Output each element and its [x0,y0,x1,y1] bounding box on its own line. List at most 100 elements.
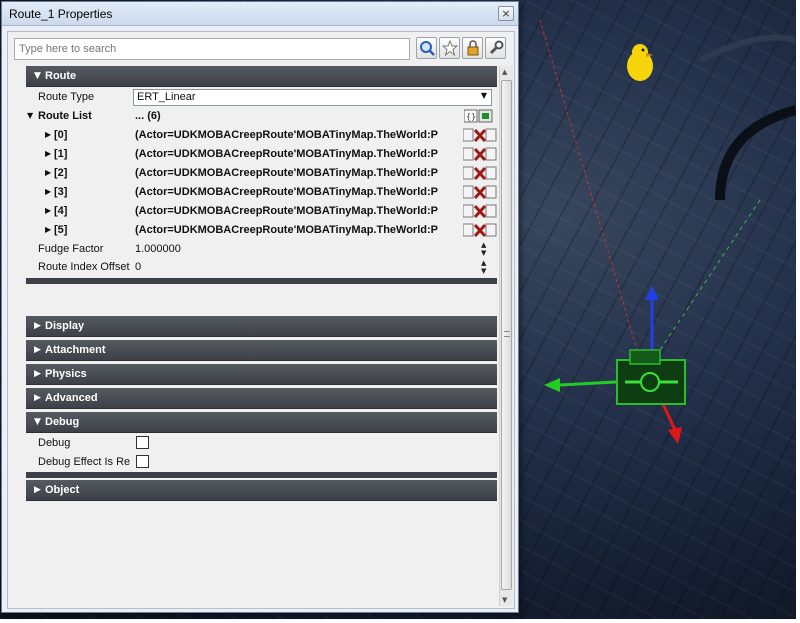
property-label: Route Index Offset [38,261,130,273]
entry-value: (Actor=UDKMOBACreepRoute'MOBATinyMap.The… [135,129,438,141]
title-bar[interactable]: Route_1 Properties × [2,2,518,26]
entry-value: (Actor=UDKMOBACreepRoute'MOBATinyMap.The… [135,205,438,217]
edit-entry-icon[interactable] [463,166,474,180]
entry-index: [1] [54,148,68,160]
scroll-down-icon[interactable]: ▼ [502,596,507,604]
category-separator [26,472,497,478]
insert-item-icon[interactable]: {} [464,109,478,123]
array-tools[interactable]: {} [464,109,494,123]
delete-entry-icon[interactable] [473,185,487,200]
route-index-offset-spinner[interactable]: ▲ ▼ [481,259,491,275]
search-input[interactable] [14,38,410,60]
spin-up-icon[interactable]: ▲ [481,241,491,249]
entry-index: [2] [54,167,68,179]
floor-ring-shadow [715,105,796,201]
favorites-button[interactable] [439,37,460,59]
property-label: Route Type [38,91,95,103]
expanded-triangle-icon[interactable]: ▼ [27,111,33,120]
copy-entry-icon[interactable] [485,166,497,180]
entry-tools[interactable] [463,166,497,181]
collapsed-triangle-icon: ▶ [34,321,41,331]
route-entry-5[interactable]: ▶ [5] (Actor=UDKMOBACreepRoute'MOBATinyM… [26,221,497,240]
floor-ring-highlight [698,34,796,63]
lock-button[interactable] [462,37,483,59]
collapsed-triangle-icon[interactable]: ▶ [45,130,51,139]
property-route-index-offset: Route Index Offset 0 ▲ ▼ [26,258,497,277]
collapsed-triangle-icon[interactable]: ▶ [45,149,51,158]
wrench-settings-icon [489,40,504,55]
collapsed-triangle-icon[interactable]: ▶ [45,225,51,234]
edit-entry-icon[interactable] [463,223,474,237]
debug-checkbox[interactable] [136,436,149,449]
property-label: Debug [38,437,71,449]
duck-actor-icon[interactable] [627,44,653,81]
category-attachment[interactable]: ▶ Attachment [26,340,497,361]
category-route[interactable]: ▼ Route [26,66,497,87]
property-label: Debug Effect Is Rela [38,456,130,468]
entry-index: [5] [54,224,68,236]
add-item-icon[interactable] [478,109,493,123]
spin-down-icon[interactable]: ▼ [481,249,491,257]
fudge-factor-input[interactable]: 1.000000 [135,243,181,255]
delete-entry-icon[interactable] [473,166,487,181]
search-button[interactable] [416,37,437,59]
entry-value: (Actor=UDKMOBACreepRoute'MOBATinyMap.The… [135,167,438,179]
copy-entry-icon[interactable] [485,128,497,142]
lock-icon [467,40,479,56]
collapsed-triangle-icon[interactable]: ▶ [45,206,51,215]
grip-icon [504,331,510,337]
vertical-scrollbar[interactable]: ▲ ▼ [499,66,513,606]
entry-tools[interactable] [463,128,497,143]
edit-entry-icon[interactable] [463,204,474,218]
spin-up-icon[interactable]: ▲ [481,259,491,267]
property-label: Fudge Factor [38,243,104,255]
category-display[interactable]: ▶ Display [26,316,497,337]
svg-text:{}: {} [466,112,476,121]
route-entry-2[interactable]: ▶ [2] (Actor=UDKMOBACreepRoute'MOBATinyM… [26,164,497,183]
entry-tools[interactable] [463,147,497,162]
settings-button[interactable] [485,37,506,59]
delete-entry-icon[interactable] [473,128,487,143]
scroll-up-icon[interactable]: ▲ [502,68,507,76]
copy-entry-icon[interactable] [485,185,497,199]
category-debug[interactable]: ▼ Debug [26,412,497,433]
collapsed-triangle-icon[interactable]: ▶ [45,168,51,177]
category-advanced[interactable]: ▶ Advanced [26,388,497,409]
entry-tools[interactable] [463,223,497,238]
route-actor-icon[interactable] [616,349,686,405]
copy-entry-icon[interactable] [485,147,497,161]
properties-client-area: ▼ Route Route Type ERT_Linear ▼ ▼ Route … [7,31,515,609]
entry-tools[interactable] [463,185,497,200]
spin-down-icon[interactable]: ▼ [481,267,491,275]
copy-entry-icon[interactable] [485,223,497,237]
route-entry-3[interactable]: ▶ [3] (Actor=UDKMOBACreepRoute'MOBATinyM… [26,183,497,202]
edit-entry-icon[interactable] [463,147,474,161]
category-object[interactable]: ▶ Object [26,480,497,501]
close-button[interactable]: × [498,6,514,21]
fudge-factor-spinner[interactable]: ▲ ▼ [481,241,491,257]
entry-tools[interactable] [463,204,497,219]
category-label: Advanced [45,392,98,404]
debug-effect-checkbox[interactable] [136,455,149,468]
route-entry-4[interactable]: ▶ [4] (Actor=UDKMOBACreepRoute'MOBATinyM… [26,202,497,221]
properties-window[interactable]: Route_1 Properties × Type here to search… [1,1,519,613]
delete-entry-icon[interactable] [473,147,487,162]
entry-index: [3] [54,186,68,198]
edit-entry-icon[interactable] [463,185,474,199]
delete-entry-icon[interactable] [473,204,487,219]
copy-entry-icon[interactable] [485,204,497,218]
entry-index: [4] [54,205,68,217]
route-type-dropdown[interactable]: ERT_Linear ▼ [133,89,492,106]
collapsed-triangle-icon[interactable]: ▶ [45,187,51,196]
category-separator [26,278,497,284]
route-entry-1[interactable]: ▶ [1] (Actor=UDKMOBACreepRoute'MOBATinyM… [26,145,497,164]
category-physics[interactable]: ▶ Physics [26,364,497,385]
category-label: Display [45,320,85,332]
scrollbar-thumb[interactable] [501,80,512,590]
route-entry-0[interactable]: ▶ [0] (Actor=UDKMOBACreepRoute'MOBATinyM… [26,126,497,145]
edit-entry-icon[interactable] [463,128,474,142]
entry-value: (Actor=UDKMOBACreepRoute'MOBATinyMap.The… [135,224,438,236]
route-index-offset-input[interactable]: 0 [135,261,141,273]
property-route-list[interactable]: ▼ Route List ... (6) {} [26,107,497,126]
delete-entry-icon[interactable] [473,223,487,238]
